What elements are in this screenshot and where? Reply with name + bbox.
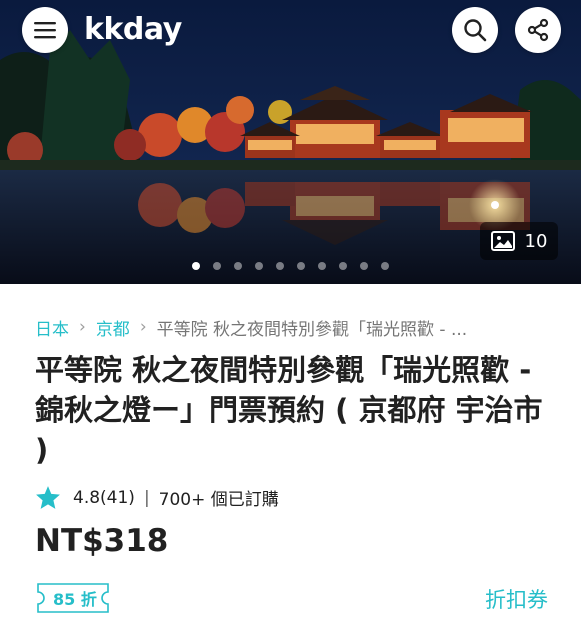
carousel-dot[interactable] xyxy=(255,262,263,270)
carousel-dot[interactable] xyxy=(381,262,389,270)
carousel-dot[interactable] xyxy=(297,262,305,270)
carousel-dot[interactable] xyxy=(234,262,242,270)
breadcrumb: 日本 › 京都 › 平等院 秋之夜間特別參觀「瑞光照歡 - ... xyxy=(35,314,555,340)
star-icon xyxy=(36,486,60,509)
image-icon xyxy=(490,231,515,251)
hero-gallery[interactable]: kkday 10 xyxy=(0,0,581,284)
booked-count: 700+ 個已訂購 xyxy=(158,490,279,510)
carousel-dot[interactable] xyxy=(318,262,326,270)
price: NT$318 xyxy=(35,523,169,559)
breadcrumb-link-japan[interactable]: 日本 xyxy=(35,315,69,340)
menu-icon xyxy=(34,22,56,39)
search-icon xyxy=(464,19,487,42)
photo-count-label: 10 xyxy=(524,230,548,252)
breadcrumb-current: 平等院 秋之夜間特別參觀「瑞光照歡 - ... xyxy=(156,319,468,340)
divider: | xyxy=(143,487,150,508)
product-title: 平等院 秋之夜間特別參觀「瑞光照歡 - 錦秋之燈ー」門票預約 ( 京都府 宇治市… xyxy=(35,353,543,467)
kkday-logo[interactable]: kkday xyxy=(84,12,182,47)
search-button[interactable] xyxy=(452,7,498,53)
carousel-indicator xyxy=(0,262,581,270)
coupon-link[interactable]: 折扣券 xyxy=(485,584,548,614)
chevron-right-icon: › xyxy=(79,317,86,337)
photo-count-button[interactable]: 10 xyxy=(480,222,558,260)
discount-badge: 85 折 xyxy=(35,582,115,614)
share-icon xyxy=(527,18,549,42)
chevron-right-icon: › xyxy=(139,317,147,337)
carousel-dot[interactable] xyxy=(339,262,347,270)
menu-button[interactable] xyxy=(22,7,68,53)
rating-value: 4.8(41) xyxy=(73,487,135,508)
carousel-dot[interactable] xyxy=(192,262,200,270)
carousel-dot[interactable] xyxy=(360,262,368,270)
carousel-dot[interactable] xyxy=(213,262,221,270)
discount-badge-label: 85 折 xyxy=(53,590,97,609)
share-button[interactable] xyxy=(515,7,561,53)
carousel-dot[interactable] xyxy=(276,262,284,270)
breadcrumb-link-kyoto[interactable]: 京都 xyxy=(96,315,130,340)
rating-summary[interactable]: 4.8(41) | 700+ 個已訂購 xyxy=(35,485,279,510)
